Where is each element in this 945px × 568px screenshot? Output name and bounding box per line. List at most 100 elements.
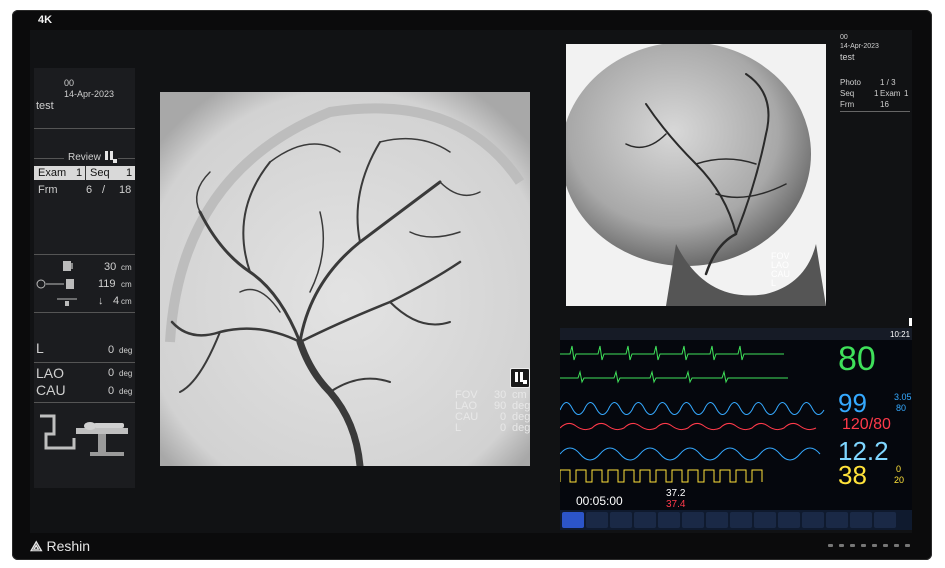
- table-height-icon: [56, 294, 78, 312]
- divider: [840, 111, 910, 112]
- co2-wave: [560, 469, 763, 483]
- divider: [34, 312, 135, 313]
- monitor-button[interactable]: [562, 512, 584, 528]
- panel-button[interactable]: [850, 544, 855, 547]
- temp-reading-1: 37.2: [666, 488, 686, 499]
- photo-label: Photo: [840, 78, 861, 87]
- temp-side-value-2: 20: [894, 475, 905, 485]
- scroll-indicator[interactable]: [909, 318, 912, 326]
- seq-label: Seq: [90, 167, 110, 179]
- brand-name: Reshin: [46, 538, 91, 554]
- main-l-label: L: [455, 422, 462, 434]
- spo2-side-value-2: 80: [896, 403, 907, 413]
- monitor-button[interactable]: [706, 512, 728, 528]
- spo2-value: 99: [838, 388, 867, 418]
- cau-angle-label: CAU: [36, 382, 66, 398]
- patient-id: 00: [64, 78, 75, 88]
- monitor-button[interactable]: [802, 512, 824, 528]
- cau-angle-value: 0: [108, 385, 115, 397]
- monitor-button[interactable]: [586, 512, 608, 528]
- cau-angle-unit: deg: [119, 387, 133, 396]
- resp-wave: [560, 447, 821, 461]
- monitor-button[interactable]: [658, 512, 680, 528]
- divider: [34, 362, 135, 363]
- lao-angle-value: 0: [108, 367, 115, 379]
- monitor-top-bar: [560, 328, 912, 340]
- divider: [34, 128, 135, 129]
- panel-button[interactable]: [828, 544, 833, 547]
- fov-distance-unit: cm: [121, 263, 132, 272]
- sid-unit: cm: [121, 280, 132, 289]
- divider: [85, 166, 86, 180]
- lao-angle-label: LAO: [36, 365, 65, 381]
- ecg-wave-1: [560, 345, 784, 361]
- monitor-button[interactable]: [730, 512, 752, 528]
- sid-value: 119: [98, 278, 116, 290]
- right-exam-label: Exam: [880, 89, 901, 98]
- fov-distance-value: 30: [104, 261, 117, 273]
- table-height-unit: cm: [121, 297, 132, 306]
- divider: [34, 158, 64, 159]
- detector-icon: [62, 259, 74, 278]
- monitor-button[interactable]: [826, 512, 848, 528]
- photo-value: 1 / 3: [880, 78, 896, 87]
- monitor-button[interactable]: [634, 512, 656, 528]
- monitor-button-bar: [560, 510, 912, 530]
- temp-value: 38: [838, 460, 867, 490]
- frm-separator: /: [102, 184, 106, 196]
- divider: [34, 402, 135, 403]
- reshin-logo-icon: ⟁: [30, 538, 43, 554]
- panel-button[interactable]: [894, 544, 899, 547]
- monitor-button[interactable]: [682, 512, 704, 528]
- spo2-side-value-1: 3.05: [894, 392, 912, 402]
- right-seq-label: Seq: [840, 89, 855, 98]
- panel-button[interactable]: [872, 544, 877, 547]
- right-patient-date: 14-Apr-2023: [840, 43, 879, 50]
- monitor-button[interactable]: [778, 512, 800, 528]
- table-down-arrow: ↓: [98, 295, 104, 307]
- right-seq-value: 1: [874, 89, 879, 98]
- sid-icon: [36, 277, 76, 295]
- right-patient-id: 00: [840, 34, 848, 41]
- review-label: Review: [68, 152, 101, 163]
- temp-reading-2: 37.4: [666, 499, 686, 510]
- divider: [34, 254, 135, 255]
- panel-button[interactable]: [883, 544, 888, 547]
- 4k-badge: 4K: [38, 14, 53, 26]
- panel-button[interactable]: [905, 544, 910, 547]
- l-angle-value: 0: [108, 344, 115, 356]
- main-l-unit: deg: [512, 422, 531, 434]
- right-frm-label: Frm: [840, 100, 855, 109]
- brand-logo: ⟁ Reshin: [30, 538, 90, 555]
- l-angle-unit: deg: [119, 346, 133, 355]
- ibp-wave: [560, 422, 817, 431]
- ref-l-label: L: [771, 278, 777, 288]
- seq-value: 1: [126, 167, 133, 179]
- frm-value: 6: [86, 184, 93, 196]
- spo2-wave: [560, 402, 825, 415]
- right-frm-value: 16: [880, 100, 889, 109]
- play-pause-icon[interactable]: [510, 368, 530, 388]
- monitor-time: 10:21: [890, 330, 911, 339]
- hr-value: 80: [838, 340, 876, 378]
- panel-button[interactable]: [839, 544, 844, 547]
- monitor-button[interactable]: [754, 512, 776, 528]
- monitor-button[interactable]: [850, 512, 872, 528]
- patient-monitor: 10:21 80 99 3.05 80 120/80 12.2 38 0 20 …: [560, 328, 912, 530]
- divider: [118, 158, 135, 159]
- monitor-button[interactable]: [610, 512, 632, 528]
- patient-name: test: [36, 100, 54, 112]
- lao-angle-unit: deg: [119, 369, 133, 378]
- exam-value: 1: [76, 167, 83, 179]
- exam-label: Exam: [38, 167, 67, 179]
- frm-label: Frm: [38, 184, 58, 196]
- patient-date: 14-Apr-2023: [64, 89, 115, 99]
- right-patient-name: test: [840, 52, 855, 62]
- monitor-button[interactable]: [874, 512, 896, 528]
- panel-button[interactable]: [861, 544, 866, 547]
- right-exam-value: 1: [904, 89, 909, 98]
- main-l-value: 0: [500, 422, 507, 434]
- l-angle-label: L: [36, 340, 44, 356]
- temp-side-value-1: 0: [896, 464, 902, 474]
- c-arm-table-icon: [36, 410, 132, 463]
